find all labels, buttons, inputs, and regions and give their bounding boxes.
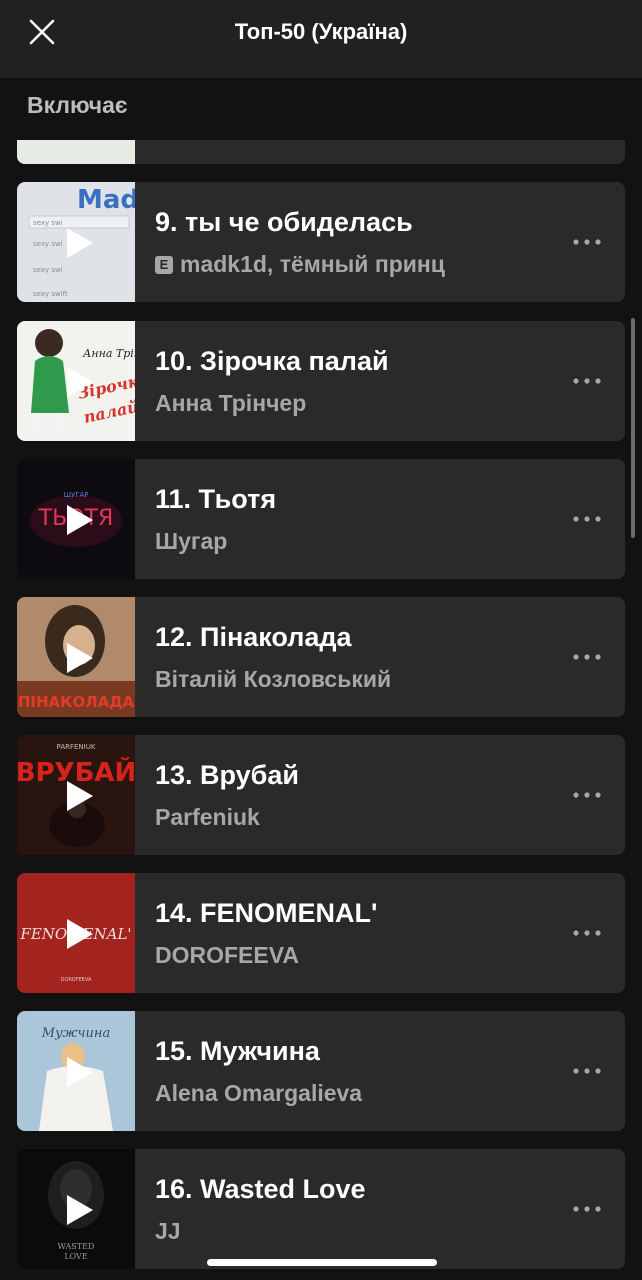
- track-subtitle: E madk1d, тёмный принц: [155, 251, 555, 278]
- track-artist: Віталій Козловський: [155, 666, 392, 692]
- track-title: 9. ты че обиделась: [155, 207, 413, 237]
- track-cover: ШУГАР ТЬОТЯ: [17, 459, 135, 579]
- more-icon: [573, 1068, 601, 1074]
- more-icon: [573, 516, 601, 522]
- track-artist: Шугар: [155, 528, 228, 554]
- track-card[interactable]: ШУГАР ТЬОТЯ 11. Тьотя Шугар: [17, 459, 625, 579]
- cover-text: ШУГАР: [63, 491, 88, 499]
- more-icon: [573, 930, 601, 936]
- cover-text: LOVE: [64, 1252, 88, 1261]
- track-artist: DOROFEEVA: [155, 942, 299, 968]
- play-icon: [67, 919, 93, 949]
- more-options-button[interactable]: [571, 1199, 603, 1219]
- play-button[interactable]: [65, 503, 95, 537]
- more-options-button[interactable]: [571, 1061, 603, 1081]
- track-title: 12. Пінаколада: [155, 622, 352, 652]
- track-subtitle: Alena Omargalieva: [155, 1080, 555, 1107]
- more-icon: [573, 792, 601, 798]
- scrollbar[interactable]: [631, 318, 635, 538]
- track-title: 10. Зірочка палай: [155, 346, 389, 376]
- track-cover: [17, 140, 135, 164]
- play-icon: [67, 1057, 93, 1087]
- top-bar: Топ-50 (Україна): [0, 0, 642, 78]
- section-label: Включає: [27, 92, 128, 118]
- play-icon: [67, 228, 93, 258]
- cover-text: Анна Трінчер: [82, 347, 135, 360]
- track-subtitle: DOROFEEVA: [155, 942, 555, 969]
- track-card[interactable]: Анна Трінчер Зірочка палай! 10. Зірочка …: [17, 321, 625, 441]
- play-icon: [67, 643, 93, 673]
- more-icon: [573, 1206, 601, 1212]
- track-subtitle: Віталій Козловський: [155, 666, 555, 693]
- more-options-button[interactable]: [571, 509, 603, 529]
- track-list[interactable]: Mad sexy swi sexy swi sexy swi sexy swif…: [0, 140, 642, 1280]
- page-title: Топ-50 (Україна): [234, 19, 408, 44]
- cover-text: sexy swi: [33, 240, 63, 248]
- track-cover: Мужчина: [17, 1011, 135, 1131]
- more-options-button[interactable]: [571, 923, 603, 943]
- track-card[interactable]: PARFENIUK ВРУБАЙ 13. Врубай Parfeniuk: [17, 735, 625, 855]
- more-icon: [573, 239, 601, 245]
- home-indicator[interactable]: [207, 1259, 437, 1266]
- play-button[interactable]: [65, 365, 95, 399]
- track-card[interactable]: FENOMENAL' DOROFEEVA 14. FENOMENAL' DORO…: [17, 873, 625, 993]
- track-card[interactable]: WASTED LOVE 16. Wasted Love JJ: [17, 1149, 625, 1269]
- play-button[interactable]: [65, 917, 95, 951]
- track-cover: PARFENIUK ВРУБАЙ: [17, 735, 135, 855]
- cover-text: ПІНАКОЛАДА: [18, 693, 135, 711]
- play-icon: [67, 781, 93, 811]
- track-title: 11. Тьотя: [155, 484, 277, 514]
- track-title: 14. FENOMENAL': [155, 898, 378, 928]
- play-button[interactable]: [65, 1055, 95, 1089]
- more-options-button[interactable]: [571, 232, 603, 252]
- track-cover: FENOMENAL' DOROFEEVA: [17, 873, 135, 993]
- track-title: 16. Wasted Love: [155, 1174, 366, 1204]
- track-card-partial[interactable]: [17, 140, 625, 164]
- track-subtitle: JJ: [155, 1218, 555, 1245]
- explicit-badge: E: [155, 255, 173, 274]
- cover-text: Mad: [77, 185, 135, 215]
- more-icon: [573, 378, 601, 384]
- more-icon: [573, 654, 601, 660]
- track-cover: WASTED LOVE: [17, 1149, 135, 1269]
- track-artist: Parfeniuk: [155, 804, 260, 830]
- play-button[interactable]: [65, 779, 95, 813]
- track-subtitle: Шугар: [155, 528, 555, 555]
- track-artist: Анна Трінчер: [155, 390, 307, 416]
- cover-text: WASTED: [58, 1242, 95, 1251]
- track-subtitle: Анна Трінчер: [155, 390, 555, 417]
- play-icon: [67, 505, 93, 535]
- track-card[interactable]: ПІНАКОЛАДА 12. Пінаколада Віталій Козлов…: [17, 597, 625, 717]
- track-artist: Alena Omargalieva: [155, 1080, 363, 1106]
- track-card[interactable]: Mad sexy swi sexy swi sexy swi sexy swif…: [17, 182, 625, 302]
- play-button[interactable]: [65, 226, 95, 260]
- more-options-button[interactable]: [571, 785, 603, 805]
- play-icon: [67, 367, 93, 397]
- cover-text: Мужчина: [41, 1026, 110, 1041]
- cover-text: sexy swift: [33, 290, 68, 298]
- track-title: 13. Врубай: [155, 760, 299, 790]
- track-card[interactable]: Мужчина 15. Мужчина Alena Omargalieva: [17, 1011, 625, 1131]
- more-options-button[interactable]: [571, 647, 603, 667]
- cover-text: PARFENIUK: [57, 743, 96, 751]
- track-subtitle: Parfeniuk: [155, 804, 555, 831]
- play-icon: [67, 1195, 93, 1225]
- track-cover: Mad sexy swi sexy swi sexy swi sexy swif…: [17, 182, 135, 302]
- track-cover: ПІНАКОЛАДА: [17, 597, 135, 717]
- more-options-button[interactable]: [571, 371, 603, 391]
- cover-text: sexy swi: [33, 219, 63, 227]
- track-title: 15. Мужчина: [155, 1036, 320, 1066]
- cover-text: sexy swi: [33, 266, 63, 274]
- track-artist: madk1d, тёмный принц: [180, 251, 445, 277]
- cover-text: DOROFEEVA: [61, 977, 92, 983]
- play-button[interactable]: [65, 1193, 95, 1227]
- track-cover: Анна Трінчер Зірочка палай!: [17, 321, 135, 441]
- track-artist: JJ: [155, 1218, 181, 1244]
- play-button[interactable]: [65, 641, 95, 675]
